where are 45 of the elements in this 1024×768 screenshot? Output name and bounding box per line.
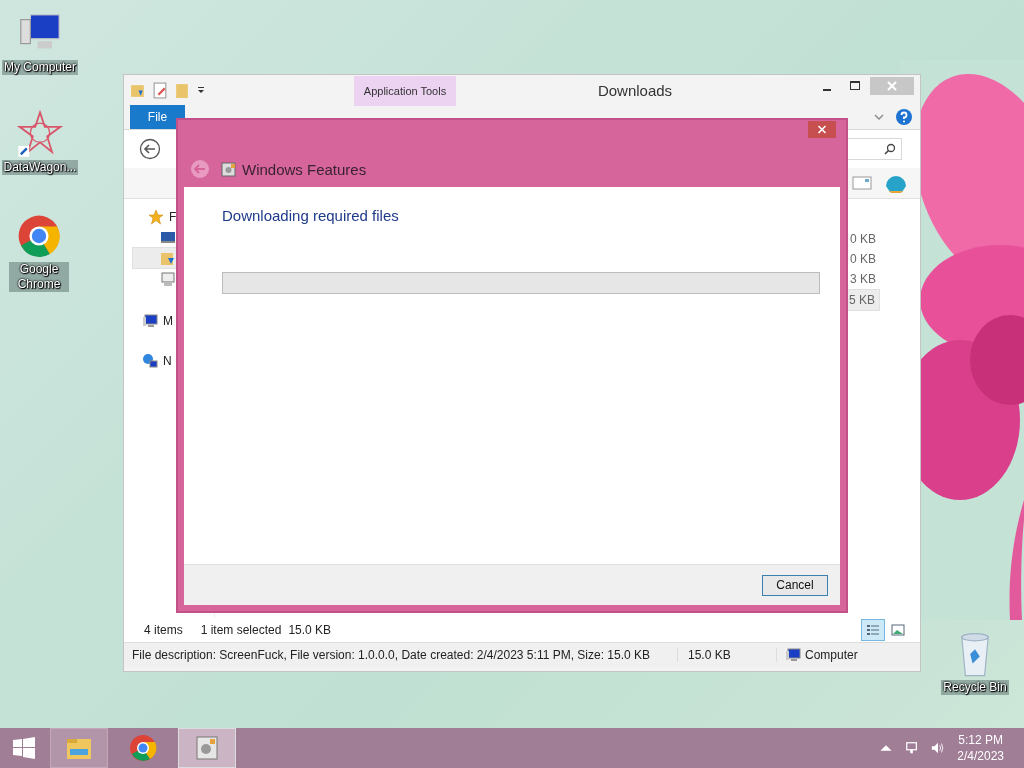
nav-item[interactable]: F bbox=[124, 207, 214, 227]
file-size-summary: 15.0 KB bbox=[678, 648, 777, 662]
star-pattern-icon[interactable] bbox=[16, 110, 64, 158]
back-icon[interactable] bbox=[139, 138, 161, 160]
dialog-heading: Downloading required files bbox=[222, 207, 400, 224]
desktop-icon bbox=[160, 229, 176, 245]
computer-icon bbox=[785, 647, 801, 663]
window-title: Downloads bbox=[596, 81, 674, 99]
file-size[interactable]: 0 KB bbox=[848, 229, 880, 249]
cancel-button[interactable]: Cancel bbox=[762, 574, 828, 596]
location-label: Computer bbox=[805, 648, 858, 662]
network-icon[interactable] bbox=[905, 741, 920, 755]
nav-item[interactable]: M bbox=[124, 311, 214, 331]
chevron-icon[interactable] bbox=[874, 112, 884, 122]
search-icon bbox=[884, 143, 896, 155]
preview-pane-icon[interactable] bbox=[852, 175, 872, 191]
windows-logo-icon[interactable] bbox=[12, 736, 36, 760]
volume-icon[interactable] bbox=[931, 741, 946, 755]
selection-size: 15.0 KB bbox=[288, 623, 332, 637]
computer-window-icon bbox=[160, 271, 176, 287]
nav-item[interactable]: N bbox=[124, 351, 214, 371]
help-icon[interactable] bbox=[896, 109, 912, 125]
image-icon bbox=[891, 624, 905, 636]
properties-icon[interactable] bbox=[152, 81, 169, 99]
computer-icon bbox=[142, 313, 158, 329]
selection-status: 1 item selected bbox=[200, 623, 282, 637]
file-size[interactable]: 3 KB bbox=[848, 269, 880, 289]
details-list-icon bbox=[866, 624, 880, 636]
features-taskbar-button[interactable] bbox=[178, 728, 236, 768]
clock-time[interactable]: 5:12 PM bbox=[958, 732, 1003, 748]
chrome-icon bbox=[128, 733, 158, 763]
dialog-title: Windows Features bbox=[242, 160, 367, 178]
star-icon bbox=[148, 209, 164, 225]
downloads-folder-icon bbox=[160, 250, 176, 266]
contextual-tab-header: Application Tools bbox=[354, 76, 456, 106]
close-button[interactable] bbox=[808, 121, 836, 138]
file-details: File description: ScreenFuck, File version: 1.0.0.0, Date created: 2/4/2023 5:11 PM, Size: 15.0 KB bbox=[124, 648, 678, 662]
network-icon bbox=[142, 353, 158, 369]
details-view-button[interactable] bbox=[861, 619, 885, 641]
features-icon bbox=[221, 161, 237, 177]
file-tab[interactable]: File bbox=[130, 105, 185, 129]
dropdown-icon[interactable] bbox=[196, 85, 206, 95]
item-count: 4 items bbox=[144, 623, 183, 637]
file-size[interactable]: 0 KB bbox=[848, 249, 880, 269]
clock-date[interactable]: 2/4/2023 bbox=[957, 748, 1004, 764]
